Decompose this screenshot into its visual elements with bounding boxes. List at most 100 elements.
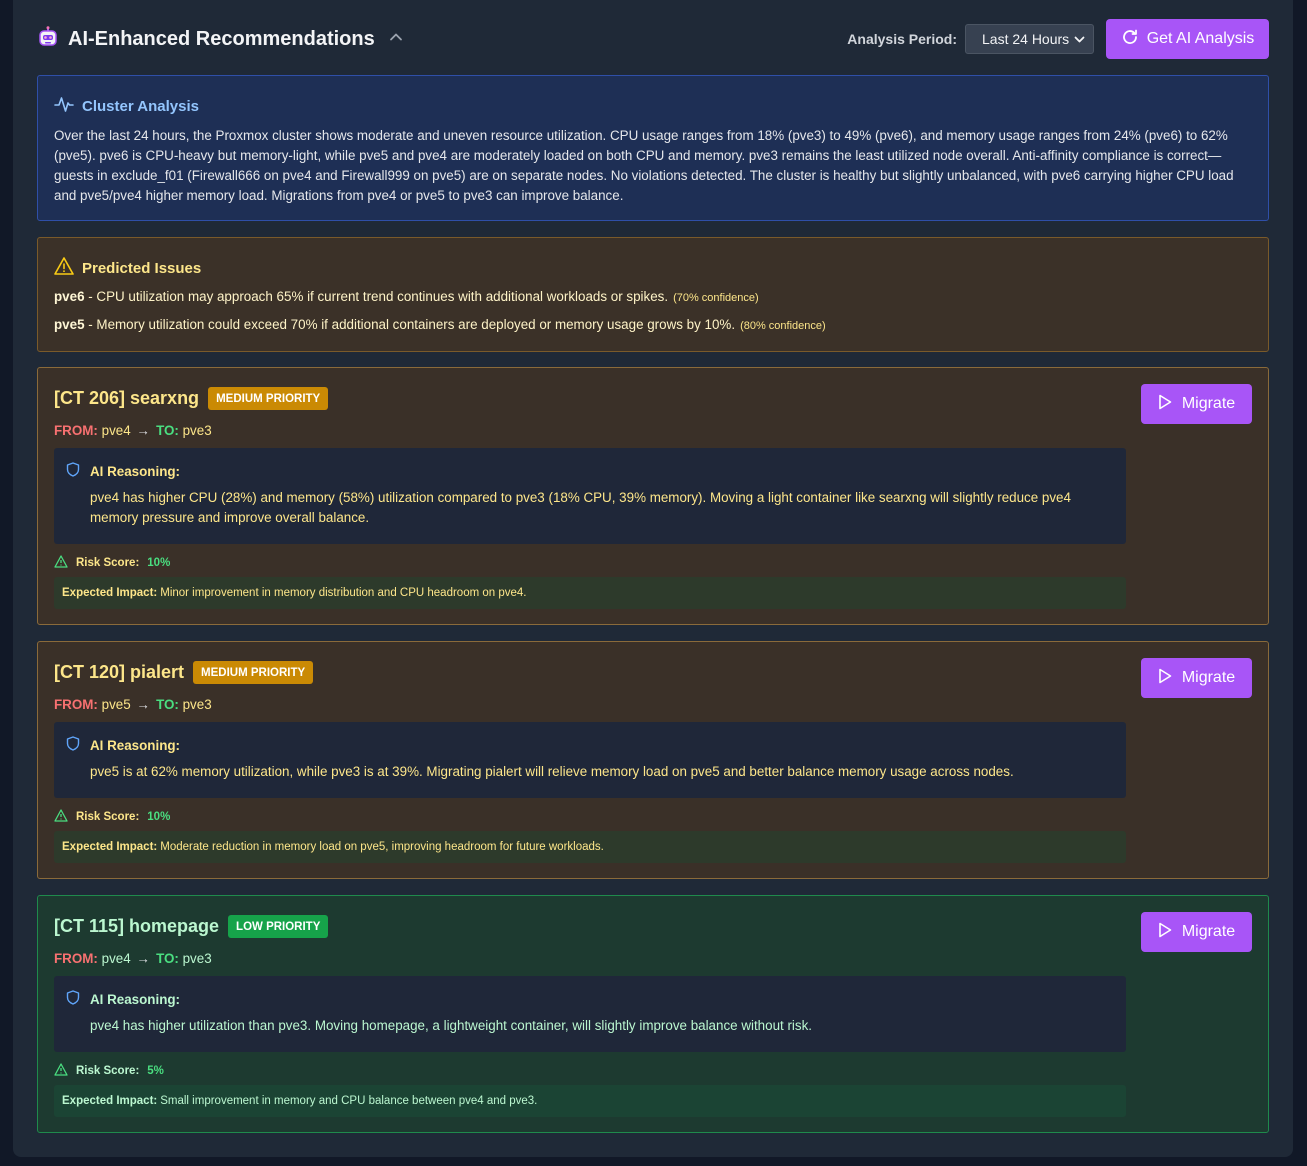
header-controls: Analysis Period: Last 24 Hours Get AI An… xyxy=(847,19,1269,59)
to-label: TO: xyxy=(156,423,179,438)
expected-impact: Expected Impact: Small improvement in mem… xyxy=(54,1085,1126,1117)
priority-badge: LOW PRIORITY xyxy=(228,915,329,938)
to-label: TO: xyxy=(156,697,179,712)
expected-impact-text: Minor improvement in memory distribution… xyxy=(160,587,527,599)
expected-impact-label: Expected Impact: xyxy=(62,1095,158,1107)
arrow-right-icon: → xyxy=(136,423,151,438)
ai-reasoning-text: pve4 has higher CPU (28%) and memory (58… xyxy=(90,490,1071,525)
risk-score: Risk Score: 10% xyxy=(54,809,170,825)
migrate-button[interactable]: Migrate xyxy=(1141,912,1252,952)
expected-impact-text: Small improvement in memory and CPU bala… xyxy=(160,1095,538,1107)
analysis-period-value: Last 24 Hours xyxy=(982,31,1070,47)
issue-text: - Memory utilization could exceed 70% if… xyxy=(84,317,736,332)
migration-route: FROM: pve4 → TO: pve3 xyxy=(54,423,212,438)
from-node: pve4 xyxy=(101,423,131,438)
migrate-button[interactable]: Migrate xyxy=(1141,658,1252,698)
recommendation-card: [CT 206] searxng MEDIUM PRIORITY FROM: p… xyxy=(37,367,1269,625)
panel-title: AI-Enhanced Recommendations xyxy=(68,28,375,50)
refresh-icon xyxy=(1121,28,1147,51)
issue-item: pve6 - CPU utilization may approach 65% … xyxy=(54,289,759,304)
to-node: pve3 xyxy=(182,423,212,438)
play-icon xyxy=(1158,394,1182,415)
expected-impact-label: Expected Impact: xyxy=(62,587,158,599)
issue-node: pve6 xyxy=(54,289,85,304)
ai-reasoning-label: AI Reasoning: xyxy=(90,737,181,753)
from-node: pve5 xyxy=(101,697,131,712)
from-label: FROM: xyxy=(54,423,98,438)
recommendation-title: [CT 115] homepage LOW PRIORITY xyxy=(54,915,329,938)
ai-reasoning-heading: AI Reasoning: xyxy=(66,990,180,1008)
ai-reasoning-label: AI Reasoning: xyxy=(90,463,181,479)
ai-reasoning-heading: AI Reasoning: xyxy=(66,736,180,754)
activity-icon xyxy=(54,94,82,118)
play-icon xyxy=(1158,668,1182,689)
risk-score: Risk Score: 10% xyxy=(54,555,170,571)
migrate-label: Migrate xyxy=(1181,923,1236,940)
chevron-up-icon[interactable] xyxy=(375,30,403,49)
alert-triangle-icon xyxy=(54,555,76,571)
analysis-period-label: Analysis Period: xyxy=(847,31,957,47)
migrate-label: Migrate xyxy=(1181,395,1236,412)
issue-node: pve5 xyxy=(54,317,85,332)
ai-reasoning-box: AI Reasoning: pve4 has higher CPU (28%) … xyxy=(54,448,1126,544)
migration-route: FROM: pve5 → TO: pve3 xyxy=(54,697,212,712)
alert-triangle-icon xyxy=(54,809,76,825)
recommendation-card: [CT 120] pialert MEDIUM PRIORITY FROM: p… xyxy=(37,641,1269,879)
recommendation-card: [CT 115] homepage LOW PRIORITY FROM: pve… xyxy=(37,895,1269,1133)
recommendation-name: [CT 206] searxng xyxy=(54,388,200,408)
ai-reasoning-heading: AI Reasoning: xyxy=(66,462,180,480)
risk-score-value: 10% xyxy=(147,557,171,569)
ai-reasoning-label: AI Reasoning: xyxy=(90,991,181,1007)
expected-impact: Expected Impact: Minor improvement in mem… xyxy=(54,577,1126,609)
expected-impact: Expected Impact: Moderate reduction in me… xyxy=(54,831,1126,863)
shield-icon xyxy=(66,736,90,754)
to-node: pve3 xyxy=(182,697,212,712)
shield-icon xyxy=(66,462,90,480)
title-toggle[interactable]: AI-Enhanced Recommendations xyxy=(37,26,403,53)
migration-route: FROM: pve4 → TO: pve3 xyxy=(54,951,212,966)
predicted-issues-box: Predicted Issues pve6 - CPU utilization … xyxy=(37,237,1269,352)
issue-item: pve5 - Memory utilization could exceed 7… xyxy=(54,317,826,332)
risk-score-label: Risk Score: xyxy=(76,1065,140,1077)
panel-header: AI-Enhanced Recommendations Analysis Per… xyxy=(37,18,1269,62)
ai-reasoning-text: pve5 is at 62% memory utilization, while… xyxy=(90,764,1014,779)
risk-score: Risk Score: 5% xyxy=(54,1063,164,1079)
cluster-analysis-text: Over the last 24 hours, the Proxmox clus… xyxy=(54,128,1234,203)
priority-badge: MEDIUM PRIORITY xyxy=(208,387,329,410)
expected-impact-text: Moderate reduction in memory load on pve… xyxy=(160,841,604,853)
analysis-period-select[interactable]: Last 24 Hours xyxy=(965,24,1094,54)
recommendation-title: [CT 206] searxng MEDIUM PRIORITY xyxy=(54,387,329,410)
robot-icon xyxy=(37,26,68,53)
predicted-issues-heading: Predicted Issues xyxy=(54,256,201,280)
migrate-button[interactable]: Migrate xyxy=(1141,384,1252,424)
ai-reasoning-box: AI Reasoning: pve5 is at 62% memory util… xyxy=(54,722,1126,798)
alert-triangle-icon xyxy=(54,1063,76,1079)
arrow-right-icon: → xyxy=(136,697,151,712)
ai-reasoning-box: AI Reasoning: pve4 has higher utilizatio… xyxy=(54,976,1126,1052)
from-node: pve4 xyxy=(101,951,131,966)
shield-icon xyxy=(66,990,90,1008)
issue-confidence: (80% confidence) xyxy=(740,320,826,332)
risk-score-label: Risk Score: xyxy=(76,811,140,823)
risk-score-label: Risk Score: xyxy=(76,557,140,569)
get-ai-analysis-button[interactable]: Get AI Analysis xyxy=(1106,19,1269,59)
to-node: pve3 xyxy=(182,951,212,966)
risk-score-value: 10% xyxy=(147,811,171,823)
warning-icon xyxy=(54,256,82,280)
play-icon xyxy=(1158,922,1182,943)
risk-score-value: 5% xyxy=(147,1065,164,1077)
predicted-issues-title: Predicted Issues xyxy=(82,259,202,277)
recommendation-title: [CT 120] pialert MEDIUM PRIORITY xyxy=(54,661,314,684)
arrow-right-icon: → xyxy=(136,951,151,966)
to-label: TO: xyxy=(156,951,179,966)
issue-confidence: (70% confidence) xyxy=(673,292,759,304)
ai-reasoning-text: pve4 has higher utilization than pve3. M… xyxy=(90,1018,813,1033)
cluster-analysis-heading: Cluster Analysis xyxy=(54,94,199,118)
expected-impact-label: Expected Impact: xyxy=(62,841,158,853)
recommendation-name: [CT 120] pialert xyxy=(54,662,185,682)
cluster-analysis-box: Cluster Analysis Over the last 24 hours,… xyxy=(37,75,1269,221)
from-label: FROM: xyxy=(54,697,98,712)
recommendation-name: [CT 115] homepage xyxy=(54,916,220,936)
issue-text: - CPU utilization may approach 65% if cu… xyxy=(84,289,669,304)
migrate-label: Migrate xyxy=(1181,669,1236,686)
